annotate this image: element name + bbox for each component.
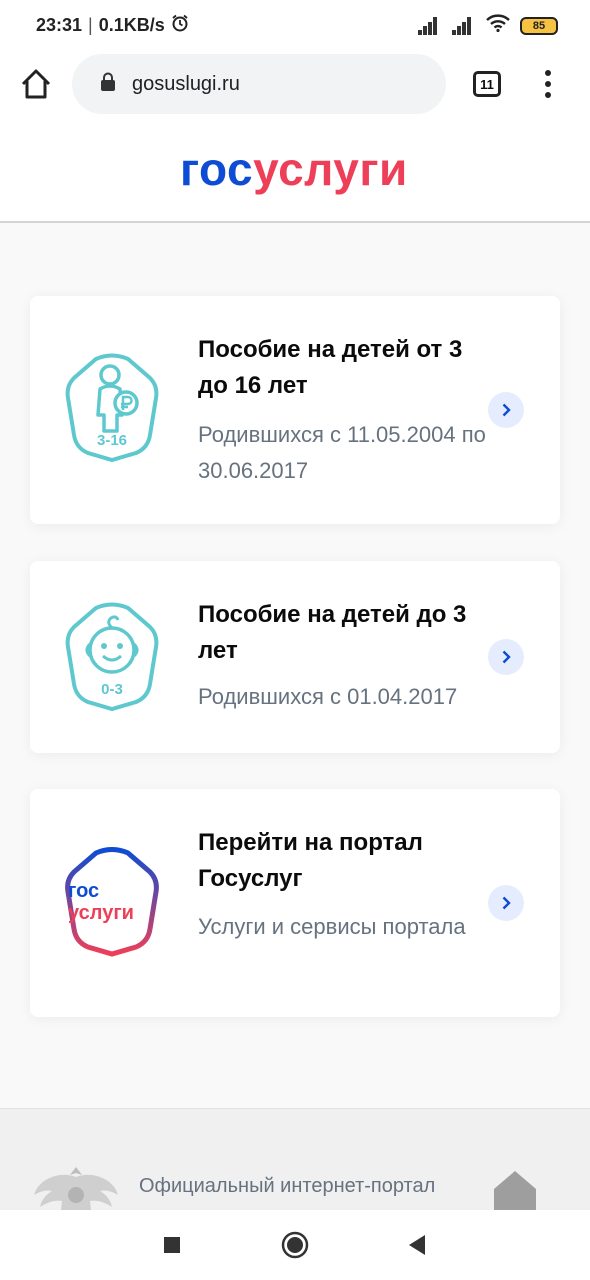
status-bar: 23:31 | 0.1KB/s 85 bbox=[0, 0, 590, 52]
status-separator: | bbox=[88, 15, 93, 35]
icon-age-label: 0-3 bbox=[101, 681, 123, 698]
child-ruble-icon: 3-16 bbox=[62, 353, 162, 463]
signal-icon bbox=[418, 16, 442, 35]
chevron-right-icon[interactable] bbox=[488, 639, 524, 675]
card-benefit-0-3[interactable]: 0-3 Пособие на детей до 3 лет Родившихся… bbox=[30, 561, 560, 753]
chevron-right-icon[interactable] bbox=[488, 885, 524, 921]
system-nav-bar bbox=[0, 1210, 590, 1280]
main-content: 3-16 Пособие на детей от 3 до 16 лет Род… bbox=[0, 223, 590, 1108]
back-triangle-icon[interactable] bbox=[402, 1230, 432, 1260]
status-left: 23:31 | 0.1KB/s bbox=[36, 14, 189, 37]
more-vert-icon[interactable] bbox=[540, 68, 556, 100]
site-header: госуслуги bbox=[0, 126, 590, 223]
wifi-icon bbox=[486, 14, 510, 37]
chevron-right-icon[interactable] bbox=[488, 392, 524, 428]
logo-part-uslugi: услуги bbox=[253, 143, 408, 195]
card-description: Родившихся с 11.05.2004 по 30.06.2017 bbox=[198, 422, 486, 483]
status-time: 23:31 bbox=[36, 15, 83, 35]
icon-age-label: 3-16 bbox=[97, 432, 127, 449]
card-title: Перейти на портал Госуслуг bbox=[198, 829, 423, 892]
logo-part-gos: гос bbox=[180, 143, 254, 195]
gosuslugi-logo[interactable]: госуслуги bbox=[180, 142, 408, 196]
address-bar[interactable]: gosuslugi.ru bbox=[72, 54, 446, 114]
footer-text: Официальный интернет-портал bbox=[139, 1175, 436, 1197]
card-description: Родившихся с 01.04.2017 bbox=[198, 684, 458, 709]
icon-logo-uslugi: услуги bbox=[68, 902, 134, 924]
browser-toolbar: gosuslugi.ru 11 bbox=[0, 52, 590, 126]
tabs-icon[interactable]: 11 bbox=[473, 71, 501, 97]
lock-icon bbox=[100, 72, 116, 97]
card-title: Пособие на детей до 3 лет bbox=[198, 601, 467, 664]
card-benefit-3-16[interactable]: 3-16 Пособие на детей от 3 до 16 лет Род… bbox=[30, 296, 560, 524]
signal-icon-2 bbox=[452, 16, 476, 35]
url-text: gosuslugi.ru bbox=[132, 72, 240, 95]
icon-logo-gos: гос bbox=[68, 880, 99, 902]
home-icon[interactable] bbox=[18, 66, 54, 102]
card-description: Услуги и сервисы портала bbox=[198, 914, 466, 939]
card-title: Пособие на детей от 3 до 16 лет bbox=[198, 336, 463, 399]
alarm-icon bbox=[171, 14, 189, 37]
battery-indicator: 85 bbox=[520, 16, 558, 35]
card-portal-link[interactable]: гос услуги Перейти на портал Госуслуг Ус… bbox=[30, 789, 560, 1017]
status-right: 85 bbox=[418, 14, 558, 37]
recents-square-icon[interactable] bbox=[157, 1230, 187, 1260]
baby-face-icon: 0-3 bbox=[62, 602, 162, 712]
gosuslugi-logo-icon: гос услуги bbox=[62, 847, 162, 957]
footer: Официальный интернет-портал bbox=[0, 1108, 590, 1219]
home-circle-icon[interactable] bbox=[280, 1230, 310, 1260]
status-speed: 0.1KB/s bbox=[98, 15, 165, 35]
